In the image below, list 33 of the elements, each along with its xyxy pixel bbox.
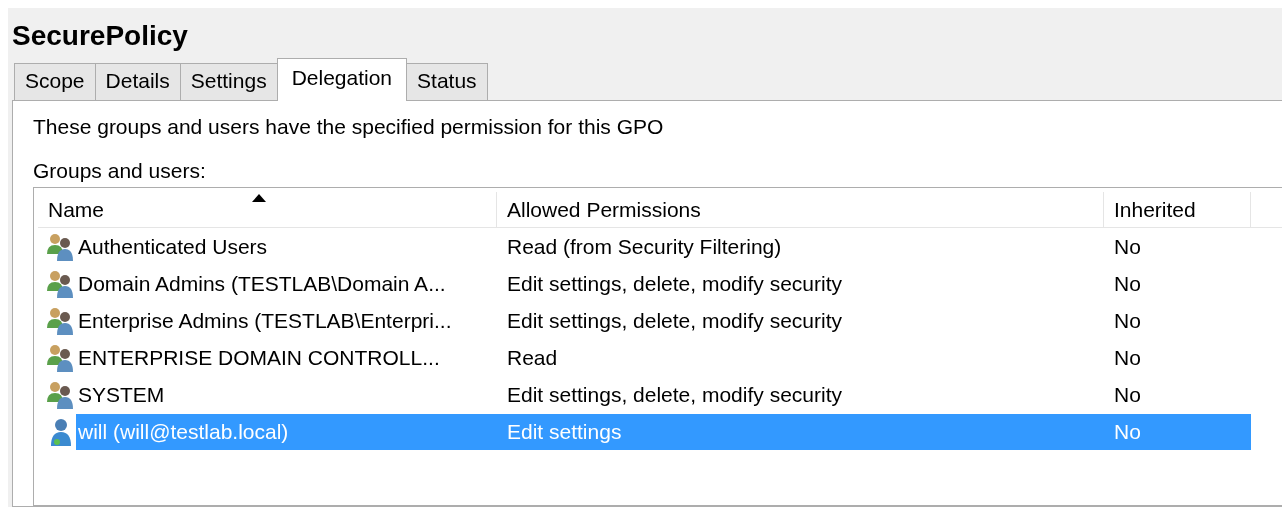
row-name[interactable]: Authenticated Users [76, 228, 497, 265]
users-icon [46, 379, 76, 410]
users-icon [46, 268, 76, 299]
tab[interactable]: Scope [14, 63, 96, 100]
table-cell-text: No [1113, 344, 1142, 371]
users-icon [46, 342, 76, 373]
tab[interactable]: Details [94, 63, 181, 100]
table-cell-text: No [1113, 233, 1142, 260]
column-header[interactable]: Name [38, 192, 497, 228]
users-icon [46, 231, 76, 262]
table-cell-text: No [1113, 307, 1142, 334]
table-cell-text: No [1113, 270, 1142, 297]
table-cell-text: Edit settings, delete, modify security [506, 307, 843, 334]
list-label: Groups and users: [33, 159, 207, 183]
tab[interactable]: Delegation [276, 58, 408, 101]
row-name[interactable]: SYSTEM [76, 376, 497, 413]
column-header[interactable]: Inherited [1104, 192, 1251, 228]
description-text: These groups and users have the specified permission for this GPO [33, 115, 665, 139]
table-cell: Edit settings [497, 413, 1104, 450]
users-icon [46, 305, 76, 336]
window-title: SecurePolicy [11, 19, 189, 52]
table-cell-text: Edit settings, delete, modify security [506, 270, 843, 297]
table-cell: No [1104, 413, 1251, 450]
tab[interactable]: Status [406, 63, 488, 100]
row-name[interactable]: ENTERPRISE DOMAIN CONTROLL... [76, 339, 497, 376]
table-cell-text: Edit settings, delete, modify security [506, 381, 843, 408]
table-cell-text: Read [506, 344, 559, 371]
row-name[interactable]: Enterprise Admins (TESTLAB\Enterpri... [76, 302, 497, 339]
tab[interactable]: Settings [179, 63, 278, 100]
column-header[interactable]: Allowed Permissions [497, 192, 1104, 228]
row-name[interactable]: Domain Admins (TESTLAB\Domain A... [76, 265, 497, 302]
table-cell-text: Read (from Security Filtering) [506, 233, 783, 260]
table-cell-text: No [1113, 381, 1142, 408]
